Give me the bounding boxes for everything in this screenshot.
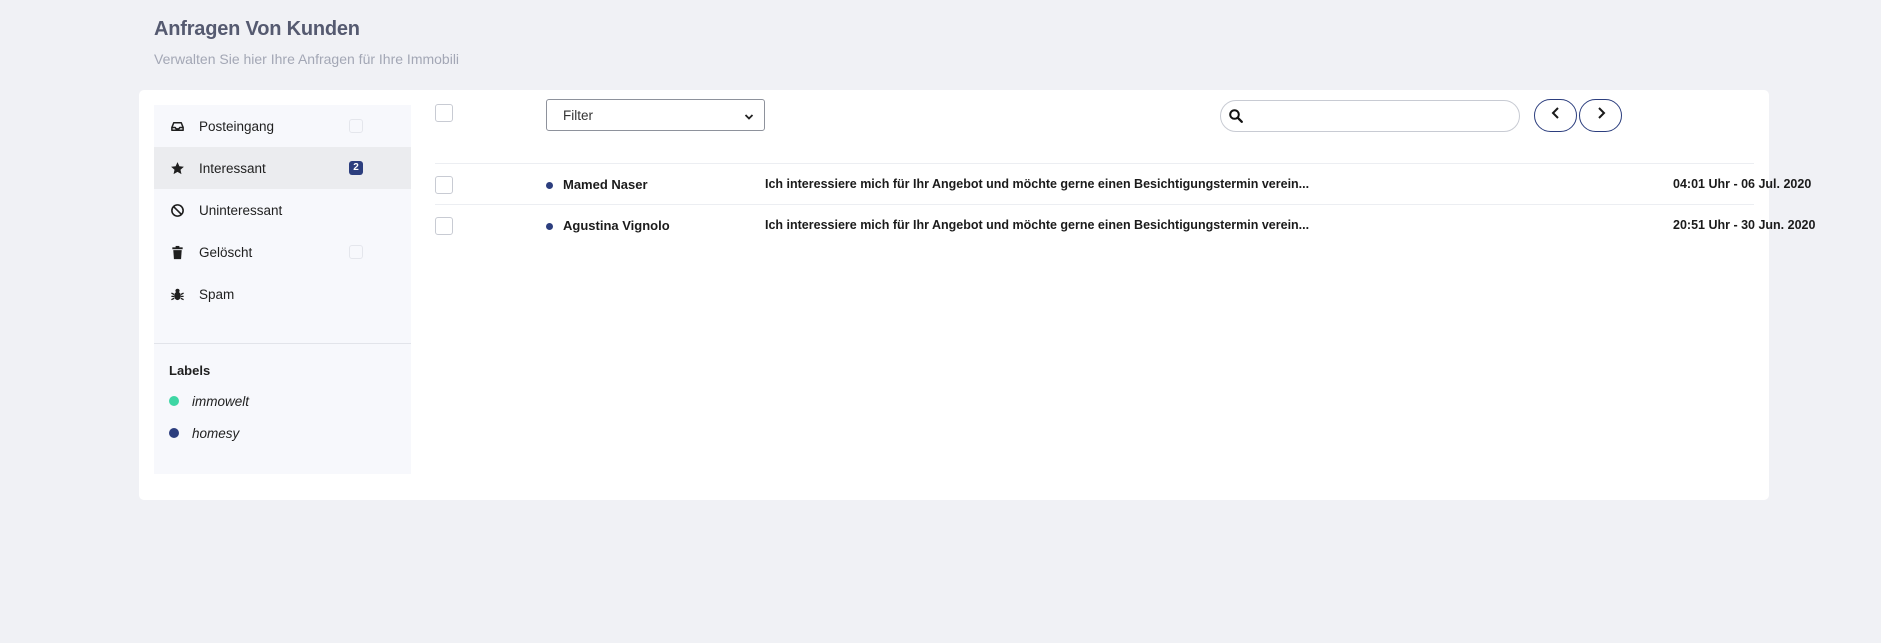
select-all-checkbox[interactable]: [435, 104, 453, 122]
folder-count-badge: [349, 245, 363, 259]
inquiries-card: Posteingang Interessant 2 Uninteressant …: [139, 90, 1815, 500]
filter-selected-value: Filter: [563, 107, 593, 123]
folder-label: Interessant: [199, 160, 266, 176]
folder-label: Posteingang: [199, 118, 275, 134]
message-row[interactable]: Mamed Naser Ich interessiere mich für Ih…: [435, 165, 1811, 205]
labels-section: Labels immowelt homesy: [169, 363, 249, 442]
sidebar-divider: [154, 343, 411, 344]
folder-item-interessant[interactable]: Interessant 2: [154, 147, 411, 189]
chevron-left-icon: [1549, 106, 1563, 125]
labels-title: Labels: [169, 363, 211, 378]
sidebar: Posteingang Interessant 2 Uninteressant …: [154, 105, 411, 474]
star-icon: [169, 160, 185, 176]
label-item-homesy[interactable]: homesy: [169, 424, 249, 442]
ban-icon: [169, 202, 185, 218]
chevron-down-icon: [744, 110, 754, 120]
label-item-immowelt[interactable]: immowelt: [169, 392, 249, 410]
unread-dot: [546, 182, 553, 189]
message-subject: Ich interessiere mich für Ihr Angebot un…: [765, 177, 1310, 191]
filter-select[interactable]: Filter: [546, 99, 765, 131]
list-divider: [435, 204, 1754, 205]
folder-count-badge: 2: [349, 161, 363, 175]
trash-icon: [169, 244, 185, 260]
search-box[interactable]: [1220, 100, 1520, 132]
page-subtitle: Verwalten Sie hier Ihre Anfragen für Ihr…: [154, 51, 460, 67]
message-timestamp: 04:01 Uhr - 06 Jul. 2020: [1673, 177, 1812, 191]
message-checkbox[interactable]: [435, 217, 453, 235]
message-subject: Ich interessiere mich für Ihr Angebot un…: [765, 218, 1310, 232]
chevron-right-icon: [1594, 106, 1608, 125]
folder-count-badge: [349, 119, 363, 133]
page-header: Anfragen Von Kunden Verwalten Sie hier I…: [154, 18, 459, 67]
folder-item-uninteressant[interactable]: Uninteressant: [154, 189, 411, 231]
unread-dot: [546, 223, 553, 230]
label-color-dot: [169, 428, 179, 438]
list-divider: [435, 163, 1754, 164]
search-icon: [1228, 108, 1244, 124]
folder-label: Gelöscht: [199, 244, 253, 260]
previous-page-button[interactable]: [1534, 99, 1577, 132]
message-sender: Agustina Vignolo: [563, 218, 670, 233]
message-sender: Mamed Naser: [563, 177, 648, 192]
message-timestamp: 20:51 Uhr - 30 Jun. 2020: [1673, 218, 1816, 232]
folder-label: Uninteressant: [199, 202, 283, 218]
folder-label: Spam: [199, 286, 235, 302]
folder-item-geloescht[interactable]: Gelöscht: [154, 231, 411, 273]
folder-item-spam[interactable]: Spam: [154, 273, 411, 315]
message-row[interactable]: Agustina Vignolo Ich interessiere mich f…: [435, 206, 1815, 246]
search-input[interactable]: [1249, 105, 1509, 127]
page-title: Anfragen Von Kunden: [154, 18, 360, 40]
label-color-dot: [169, 396, 179, 406]
label-name: homesy: [192, 425, 240, 441]
label-name: immowelt: [192, 393, 250, 409]
message-checkbox[interactable]: [435, 176, 453, 194]
inbox-icon: [169, 118, 185, 134]
folder-item-posteingang[interactable]: Posteingang: [154, 105, 411, 147]
bug-icon: [169, 286, 185, 302]
next-page-button[interactable]: [1579, 99, 1622, 132]
